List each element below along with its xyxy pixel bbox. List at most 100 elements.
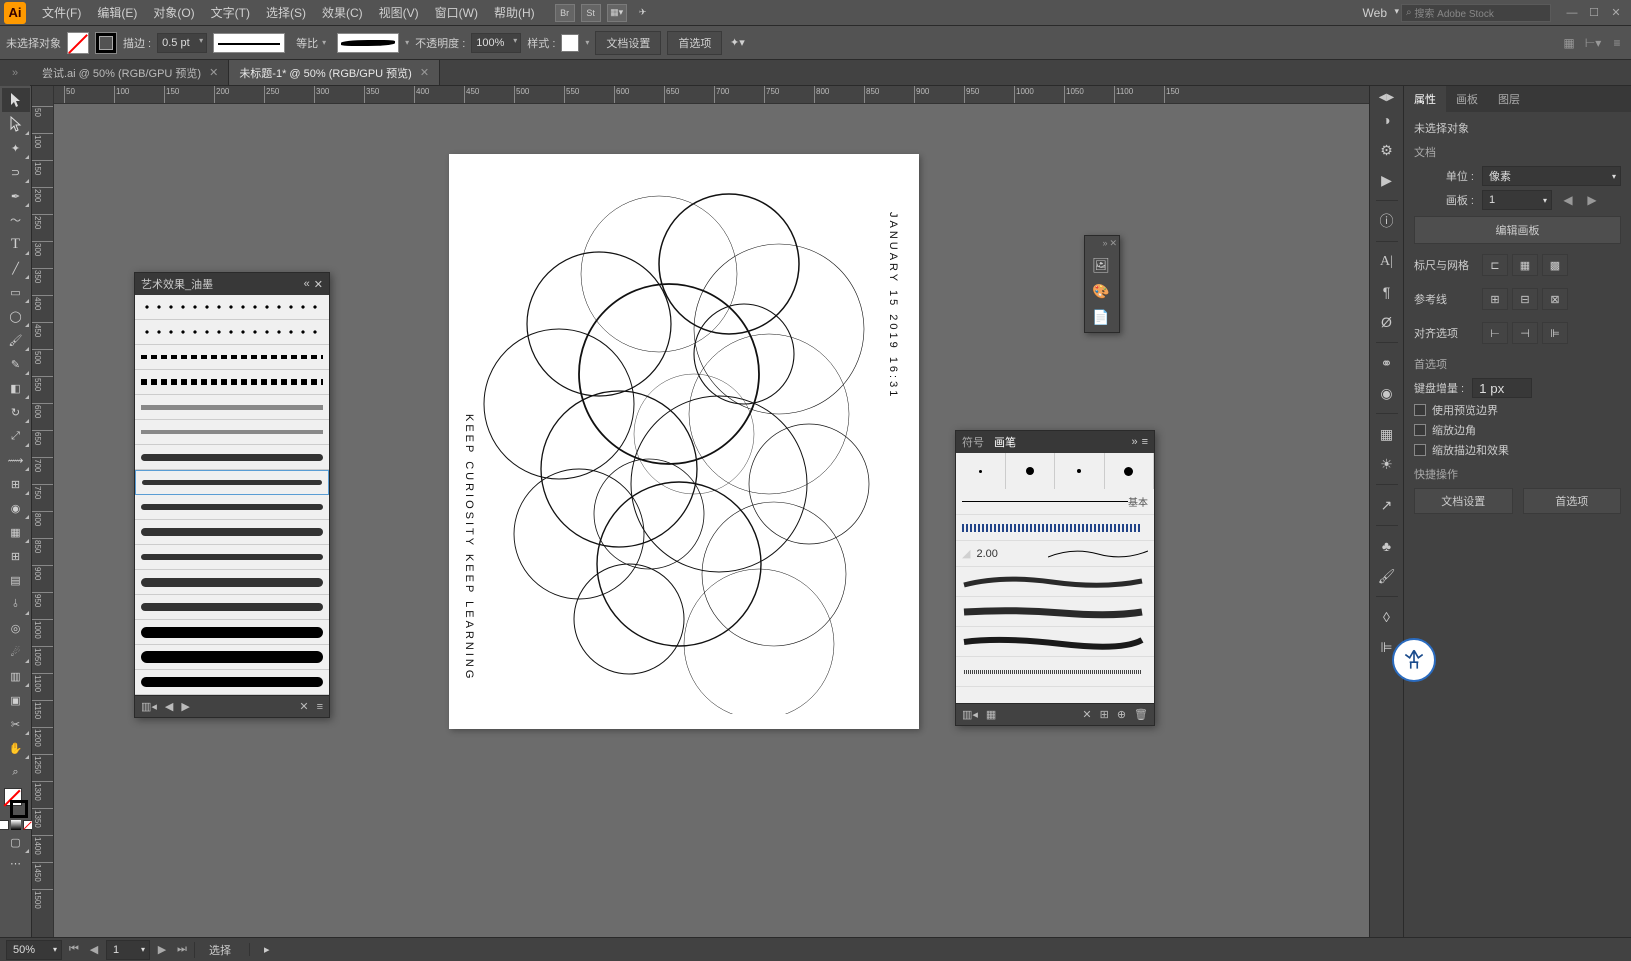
menu-file[interactable]: 文件(F) (34, 1, 89, 24)
tool-column-graph[interactable]: ▥ (2, 664, 30, 688)
tab-close-icon[interactable]: ✕ (209, 66, 218, 79)
tool-direct-selection[interactable] (2, 112, 30, 136)
next-artboard-icon[interactable]: ▶ (154, 942, 170, 958)
tab-close-icon[interactable]: ✕ (420, 66, 429, 79)
tool-blend[interactable]: ◎ (2, 616, 30, 640)
transform-icon[interactable]: ✦▾ (728, 34, 746, 52)
tool-screen-mode[interactable]: ▢ (2, 830, 30, 854)
brush-library-item[interactable] (135, 470, 329, 495)
align-icon[interactable]: ▦ (1561, 35, 1577, 51)
guide-smart-icon[interactable]: ⊠ (1542, 288, 1568, 310)
menu-view[interactable]: 视图(V) (371, 1, 427, 24)
first-artboard-icon[interactable]: ⏮ (66, 942, 82, 958)
tool-selection[interactable] (2, 88, 30, 112)
tool-pen[interactable]: ✒ (2, 184, 30, 208)
tool-pencil[interactable]: ✎ (2, 352, 30, 376)
unit-select[interactable]: 像素 (1482, 166, 1621, 186)
preview-bounds-checkbox[interactable] (1414, 404, 1426, 416)
tool-width[interactable]: ⟿ (2, 448, 30, 472)
dock-paragraph-icon[interactable]: ¶ (1373, 278, 1401, 306)
status-expand-icon[interactable]: ▸ (249, 943, 284, 956)
menu-effect[interactable]: 效果(C) (314, 1, 371, 24)
menu-help[interactable]: 帮助(H) (486, 1, 543, 24)
guide-show-icon[interactable]: ⊞ (1482, 288, 1508, 310)
brush-library-item[interactable] (135, 670, 329, 695)
stock-icon[interactable]: St (581, 4, 601, 22)
preferences-button[interactable]: 首选项 (667, 31, 722, 55)
dock-brushes-icon[interactable]: 🖌 (1373, 562, 1401, 590)
quick-prefs-button[interactable]: 首选项 (1523, 488, 1622, 514)
tool-rectangle[interactable]: ▭ (2, 280, 30, 304)
prev-artboard-icon[interactable]: ◀ (86, 942, 102, 958)
workspace-switcher[interactable]: Web (1355, 4, 1401, 22)
quick-doc-setup-button[interactable]: 文档设置 (1414, 488, 1513, 514)
art-brush-2[interactable] (956, 597, 1154, 627)
dock-info-icon[interactable]: ⓘ (1373, 207, 1401, 235)
brush-library-item[interactable] (135, 595, 329, 620)
profile-swatch[interactable] (213, 33, 285, 53)
brush-library-item[interactable] (135, 570, 329, 595)
dock-symbols-icon[interactable]: ♣ (1373, 532, 1401, 560)
brush-definition-swatch[interactable] (337, 33, 399, 53)
mini-navigator-icon[interactable]: 🖼 (1087, 252, 1115, 278)
artboard-nav-select[interactable]: 1 (106, 940, 150, 960)
gpu-preview-icon[interactable]: ✈ (633, 4, 653, 22)
brush-library-item[interactable] (135, 320, 329, 345)
menu-select[interactable]: 选择(S) (258, 1, 314, 24)
art-brush-4[interactable] (956, 657, 1154, 687)
tool-scale[interactable]: ⤢ (2, 424, 30, 448)
brush-library-item[interactable] (135, 345, 329, 370)
minimize-button[interactable]: — (1561, 4, 1583, 22)
panel-collapse-icon[interactable]: » (1131, 436, 1137, 448)
mini-collapse-icon[interactable]: » (1102, 238, 1107, 252)
gradient-fill-icon[interactable] (11, 820, 21, 830)
uniform-dropdown[interactable]: 等比 (291, 33, 331, 53)
dock-properties-icon[interactable]: ⚙ (1373, 136, 1401, 164)
brush-library-icon[interactable]: ▥◂ (962, 708, 978, 721)
symbols-tab[interactable]: 符号 (962, 434, 984, 450)
ruler-toggle-icon[interactable]: ⊏ (1482, 254, 1508, 276)
brush-library-item[interactable] (135, 545, 329, 570)
brush-library-item[interactable] (135, 445, 329, 470)
pattern-brush-row[interactable] (956, 515, 1154, 541)
dock-character-icon[interactable]: A| (1373, 248, 1401, 276)
tool-lasso[interactable]: ⊃ (2, 160, 30, 184)
document-tab-1[interactable]: 尝试.ai @ 50% (RGB/GPU 预览) ✕ (32, 60, 229, 85)
guide-lock-icon[interactable]: ⊟ (1512, 288, 1538, 310)
mini-close-icon[interactable]: ✕ (1109, 238, 1117, 252)
remove-stroke-icon[interactable]: ✕ (1082, 708, 1091, 721)
dock-cc-icon[interactable]: ◉ (1373, 379, 1401, 407)
snap-pixel-icon[interactable]: ⊣ (1512, 322, 1538, 344)
brush-library-item[interactable] (135, 495, 329, 520)
stock-search-input[interactable]: ⌕ 搜索 Adobe Stock (1401, 4, 1551, 22)
tool-eraser[interactable]: ◧ (2, 376, 30, 400)
close-button[interactable]: ✕ (1605, 4, 1627, 22)
dock-color-icon[interactable]: ◑ (1373, 106, 1401, 134)
menu-type[interactable]: 文字(T) (203, 1, 258, 24)
panel-menu-icon[interactable]: ≡ (317, 701, 323, 713)
tool-magic-wand[interactable]: ✦ (2, 136, 30, 160)
panel-menu-icon[interactable]: ≡ (1142, 436, 1148, 448)
tool-gradient[interactable]: ▤ (2, 568, 30, 592)
edit-artboards-button[interactable]: 编辑画板 (1414, 216, 1621, 244)
fill-stroke-swatch[interactable] (2, 788, 30, 818)
stroke-swatch[interactable] (95, 32, 117, 54)
brush-library-item[interactable] (135, 295, 329, 320)
tool-paintbrush[interactable]: 🖌 (2, 328, 30, 352)
brush-library-item[interactable] (135, 420, 329, 445)
dock-brightness-icon[interactable]: ☀ (1373, 450, 1401, 478)
dock-links-icon[interactable]: ⚭ (1373, 349, 1401, 377)
brush-library-item[interactable] (135, 520, 329, 545)
tool-line[interactable]: ╱ (2, 256, 30, 280)
brushes-tab[interactable]: 画笔 (994, 434, 1016, 450)
panel-close-icon[interactable]: ✕ (314, 278, 323, 291)
dock-collapse-icon[interactable]: ◀▶ (1373, 90, 1401, 104)
brush-dot-4[interactable] (1105, 453, 1155, 489)
brush-dot-3[interactable] (1055, 453, 1105, 489)
bridge-icon[interactable]: Br (555, 4, 575, 22)
none-fill-icon[interactable] (23, 820, 33, 830)
brush-library-item[interactable] (135, 620, 329, 645)
transparency-grid-icon[interactable]: ▩ (1542, 254, 1568, 276)
tool-zoom[interactable]: ⌕ (2, 760, 30, 784)
graphic-style-swatch[interactable] (561, 34, 579, 52)
